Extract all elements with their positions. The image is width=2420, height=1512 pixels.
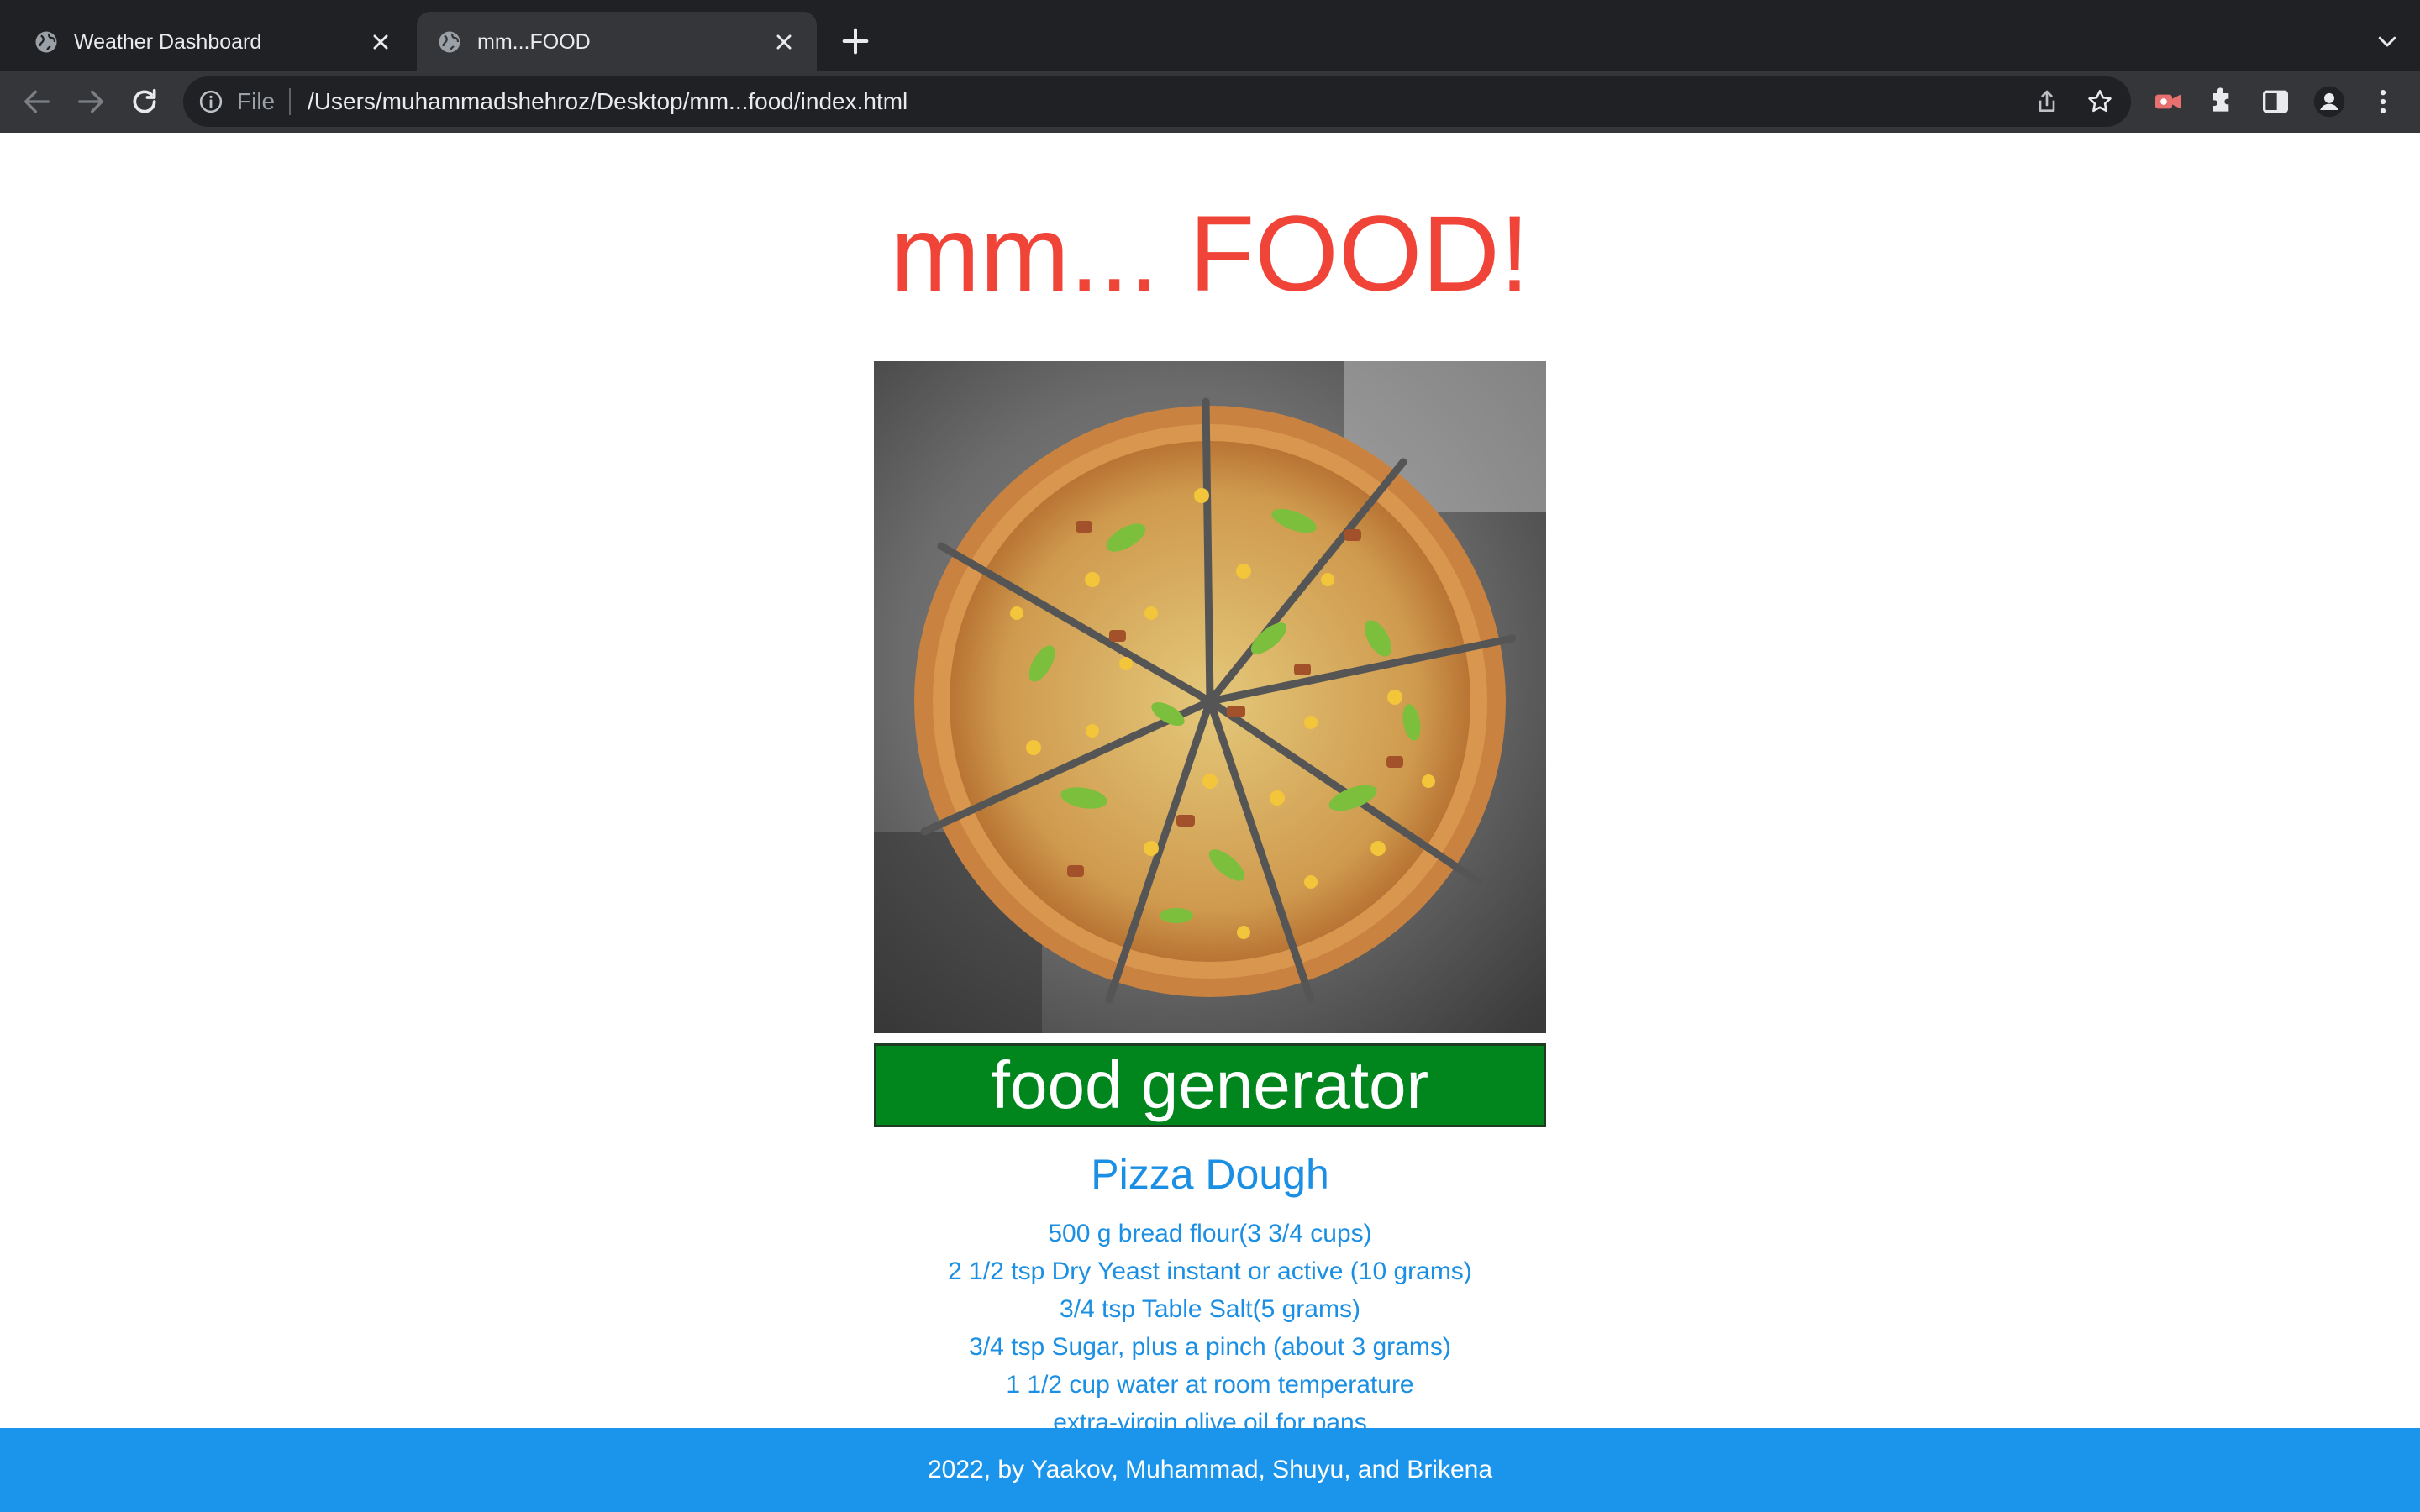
globe-icon [439,31,460,53]
recorder-extension-icon[interactable] [2151,85,2185,118]
address-bar[interactable]: File /Users/muhammadshehroz/Desktop/mm..… [183,76,2131,127]
reload-icon[interactable] [128,85,161,118]
puzzle-icon[interactable] [2205,85,2238,118]
page-heading: mm... FOOD! [890,194,1530,314]
share-icon[interactable] [2033,88,2060,115]
recipe-title: Pizza Dough [1091,1151,1329,1198]
page-footer: 2022, by Yaakov, Muhammad, Shuyu, and Br… [0,1428,2420,1512]
forward-arrow-icon[interactable] [74,85,108,118]
ingredient-item: 3/4 tsp Sugar, plus a pinch (about 3 gra… [969,1333,1451,1361]
kebab-menu-icon[interactable] [2366,85,2400,118]
scheme-label: File [237,88,276,114]
pizza-image [874,361,1546,1033]
food-image [874,361,1546,1033]
back-arrow-icon[interactable] [20,85,54,118]
ingredient-list: 500 g bread flour(3 3/4 cups) 2 1/2 tsp … [0,1215,2420,1441]
ingredient-item: 500 g bread flour(3 3/4 cups) [1048,1220,1372,1247]
web-page: mm... FOOD! food generator Pizza Dough 5… [0,133,2420,1512]
star-icon[interactable] [2086,87,2114,116]
ingredient-item: 3/4 tsp Table Salt(5 grams) [1060,1295,1360,1323]
food-generator-button[interactable]: food generator [874,1043,1546,1127]
tab-strip: Weather Dashboard mm...FOOD [0,0,2420,71]
tab-mm-food[interactable]: mm...FOOD [417,12,817,71]
ingredient-item: 1 1/2 cup water at room temperature [1006,1371,1414,1399]
close-tab-icon[interactable] [770,28,798,56]
info-icon[interactable] [198,89,224,114]
ingredient-item: 2 1/2 tsp Dry Yeast instant or active (1… [948,1257,1472,1285]
chevron-down-icon[interactable] [2375,29,2400,54]
tab-title: Weather Dashboard [74,30,262,54]
tab-title: mm...FOOD [477,30,591,54]
omnibox-divider [289,88,291,115]
new-tab-plus-icon[interactable] [839,24,872,58]
globe-icon [35,31,57,53]
tab-weather-dashboard[interactable]: Weather Dashboard [13,12,413,71]
close-tab-icon[interactable] [366,28,395,56]
browser-chrome: Weather Dashboard mm...FOOD File /Users/… [0,0,2420,133]
profile-icon[interactable] [2312,85,2346,118]
side-panel-icon[interactable] [2259,85,2292,118]
browser-toolbar: File /Users/muhammadshehroz/Desktop/mm..… [0,71,2420,133]
url-text[interactable]: /Users/muhammadshehroz/Desktop/mm...food… [308,88,908,115]
